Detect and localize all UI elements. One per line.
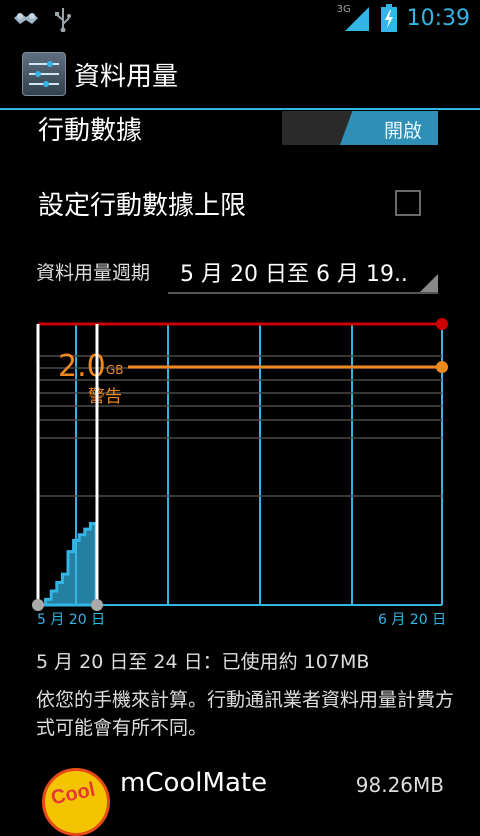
usb-icon	[55, 8, 71, 32]
warning-unit: GB	[106, 363, 124, 377]
usage-summary: 5 月 20 日至 24 日：已使用約 107MB	[36, 651, 370, 673]
app-name: mCoolMate	[120, 768, 268, 798]
sweep-end-handle	[91, 599, 103, 611]
app-size: 98.26MB	[355, 773, 444, 797]
limit-handle	[436, 318, 448, 330]
spinner-triangle-icon	[420, 274, 438, 292]
set-limit-label: 設定行動數據上限	[38, 191, 247, 221]
carrier-note: 依您的手機來計算。行動通訊業者資料用量計費方式可能會有所不同。	[36, 689, 455, 739]
usage-chart[interactable]: 2.0 GB 警告 5 月 20 日 6 月 20 日	[0, 310, 480, 640]
settings-sliders-icon[interactable]	[22, 52, 66, 96]
switch-on-label: 開啟	[383, 120, 422, 142]
cycle-spinner[interactable]: 5 月 20 日至 6 月 19..	[168, 252, 438, 294]
mobile-data-label: 行動數據	[38, 116, 143, 146]
warning-handle	[436, 361, 448, 373]
signal-icon: 3G	[337, 4, 371, 31]
mcoolmate-app-icon: Cool	[42, 768, 110, 836]
app-usage-row[interactable]: Cool mCoolMate 98.26MB	[0, 760, 480, 836]
mobile-data-switch[interactable]: 開啟	[282, 111, 438, 145]
status-left-icons	[12, 6, 72, 32]
cycle-label: 資料用量週期	[36, 262, 151, 284]
app-icon-text: Cool	[49, 778, 98, 810]
battery-charging-icon	[380, 4, 397, 32]
cycle-value: 5 月 20 日至 6 月 19..	[180, 262, 408, 287]
usage-area	[40, 522, 98, 607]
x-start-label: 5 月 20 日	[37, 612, 105, 628]
sweep-start-handle	[32, 599, 44, 611]
x-end-label: 6 月 20 日	[378, 612, 446, 628]
page-title: 資料用量	[74, 62, 179, 92]
status-bar: 3G 10:39	[0, 0, 480, 38]
set-limit-checkbox[interactable]	[395, 190, 421, 216]
warning-value: 2.0	[58, 349, 106, 384]
handshake-icon	[14, 13, 38, 24]
action-bar: 資料用量	[0, 38, 480, 110]
status-right-icons: 3G 10:39	[337, 4, 470, 32]
warning-label: 警告	[88, 387, 122, 407]
clock: 10:39	[406, 5, 470, 31]
